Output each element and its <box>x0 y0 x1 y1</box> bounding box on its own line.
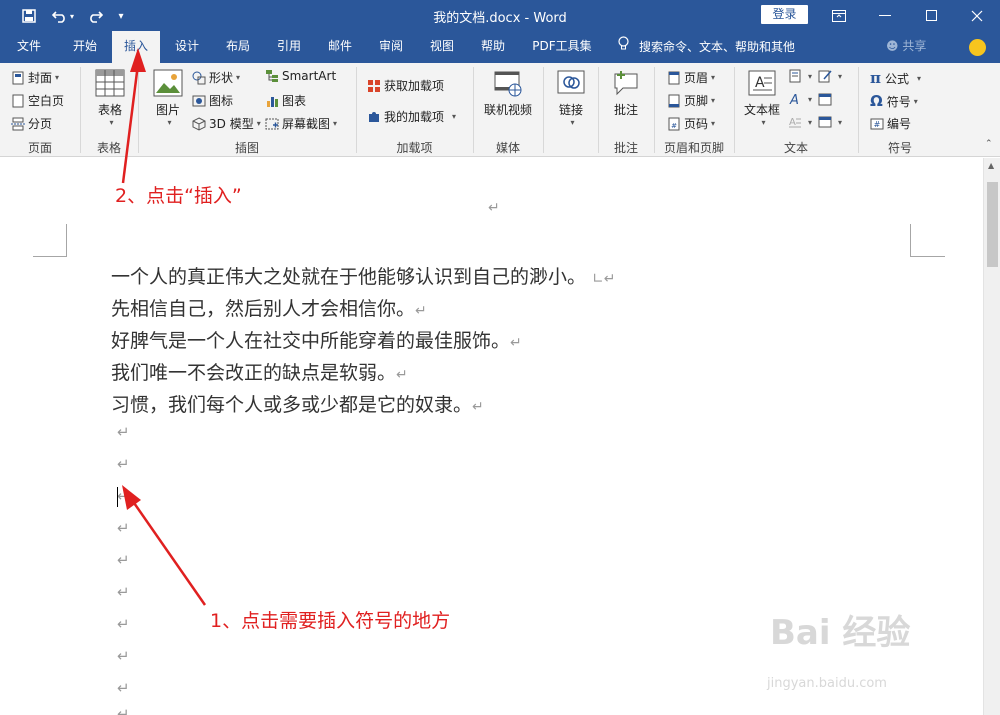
baidu-watermark-url: jingyan.baidu.com <box>767 676 887 691</box>
annotation-step-1: 1、点击需要插入符号的地方 <box>210 610 451 632</box>
arrow-to-insert-tab <box>121 48 146 184</box>
arrow-to-cursor <box>122 485 207 606</box>
annotation-step-2: 2、点击“插入” <box>115 185 242 207</box>
baidu-watermark-logo: Bai 经验 <box>770 613 911 653</box>
